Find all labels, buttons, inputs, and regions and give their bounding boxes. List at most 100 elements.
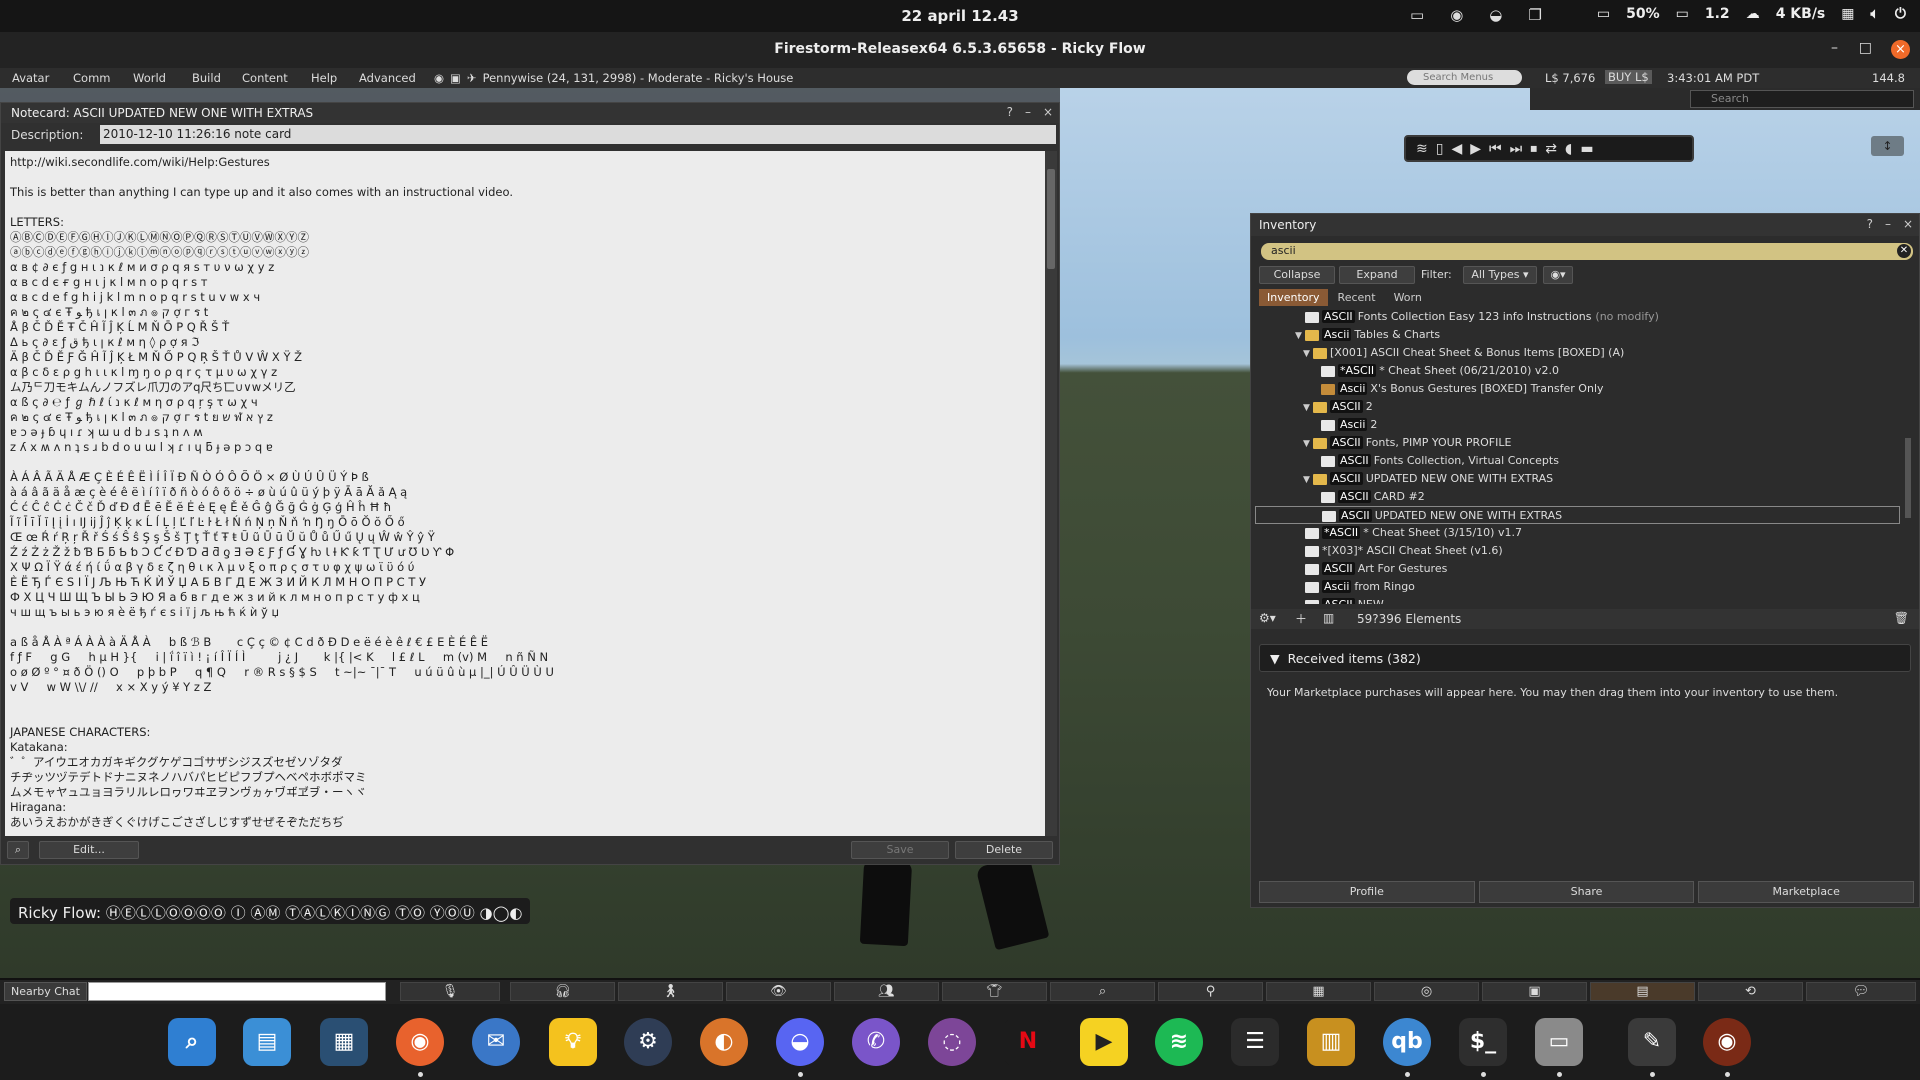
minimize-button[interactable]: – [1831,40,1838,56]
inventory-row[interactable]: ▼ [X001] ASCII Cheat Sheet & Bonus Items … [1255,344,1900,362]
received-items-header[interactable]: ▼ Received items (382) [1259,644,1911,672]
maximize-button[interactable]: □ [1859,40,1872,56]
inventory-row[interactable]: ASCII Fonts Collection, Virtual Concepts [1255,452,1900,470]
player-icon[interactable]: ▶ [1080,1018,1128,1066]
save-button[interactable]: Save [851,841,949,859]
teleport-icon[interactable]: ⟲ [1698,982,1803,1001]
power-icon[interactable]: ⏻ [1895,6,1906,22]
menu-world[interactable]: World [133,71,166,85]
inventory-row[interactable]: ASCII UPDATED NEW ONE WITH EXTRAS [1255,506,1900,524]
viber-icon[interactable]: ✆ [852,1018,900,1066]
search-menus-input[interactable]: Search Menus [1407,70,1522,85]
linden-balance[interactable]: L$ 7,676 [1545,71,1595,85]
headphones-icon[interactable]: 🎧︎ [510,982,615,1001]
inventory-header[interactable]: Inventory ? – × [1251,214,1919,236]
wifi-icon[interactable]: ≋ [1416,141,1428,157]
tasks-icon[interactable]: ☰ [1231,1018,1279,1066]
repeat-icon[interactable]: ⇄ [1545,141,1557,157]
tab-worn[interactable]: Worn [1386,289,1430,306]
tor-icon[interactable]: ◌ [928,1018,976,1066]
inventory-row[interactable]: ASCII Art For Gestures [1255,560,1900,578]
view-options-icon[interactable]: ◉▾ [1543,266,1573,284]
phone-icon[interactable]: ▯ [1436,141,1444,157]
menu-comm[interactable]: Comm [73,71,110,85]
inventory-row[interactable]: ASCIINEW [1255,596,1900,604]
inventory-row[interactable]: *[X03]* ASCII Cheat Sheet (v1.6) [1255,542,1900,560]
inventory-row[interactable]: *ASCII * Cheat Sheet (06/21/2010) v2.0 [1255,362,1900,380]
collapse-button[interactable]: Collapse [1259,266,1335,284]
idea-icon[interactable]: 💡︎ [549,1018,597,1066]
netflix-icon[interactable]: N [1004,1018,1052,1066]
monitor-icon[interactable]: ▭ [1676,6,1689,22]
chevron-down-icon[interactable]: ▼ [1303,471,1313,489]
search-app-icon[interactable]: ⌕ [168,1018,216,1066]
menu-advanced[interactable]: Advanced [359,71,416,85]
inventory-filter-input[interactable]: ascii ✕ [1261,243,1913,260]
search-icon[interactable]: ⌕ [1050,982,1155,1001]
camera-view-icon[interactable]: 👁︎ [726,982,831,1001]
tab-recent[interactable]: Recent [1330,289,1384,306]
add-icon[interactable]: ＋ [1295,610,1307,627]
close-window-button[interactable]: × [1891,40,1910,59]
filter-type-select[interactable]: All Types ▾ [1463,266,1537,284]
notes-icon[interactable]: ▥ [1307,1018,1355,1066]
spotify-icon[interactable]: ≋ [1155,1018,1203,1066]
marketplace-button[interactable]: Marketplace [1698,881,1915,903]
scrollbar-thumb[interactable] [1905,438,1911,518]
chevron-down-icon[interactable]: ▼ [1303,399,1313,417]
appearance-icon[interactable]: 👕︎ [942,982,1047,1001]
menu-content[interactable]: Content [242,71,288,85]
location-info[interactable]: ◉ ▣ ✈ Pennywise (24, 131, 2998) - Modera… [434,71,793,85]
places-icon[interactable]: ⚲ [1158,982,1263,1001]
radar-icon[interactable]: ◎ [1374,982,1479,1001]
walk-icon[interactable]: 🚶︎ [618,982,723,1001]
battery-icon[interactable]: ▭ [1597,6,1610,22]
delete-button[interactable]: Delete [955,841,1053,859]
nearby-chat-button[interactable]: Nearby Chat [4,982,87,1001]
minimap-toggle-icon[interactable]: ↕ [1871,136,1904,156]
apps-grid-icon[interactable]: ▦ [320,1018,368,1066]
files-app-icon[interactable]: ▤ [243,1018,291,1066]
voice-icon[interactable]: 🎙︎ [400,982,500,1001]
inventory-tree[interactable]: ASCII Fonts Collection Easy 123 info Inst… [1255,308,1900,604]
stop-icon[interactable]: ⏹ [1530,141,1537,157]
gear-icon[interactable]: ⚙▾ [1259,611,1276,625]
location-search-input[interactable]: Search [1690,90,1914,108]
expand-button[interactable]: Expand [1339,266,1415,284]
inventory-row[interactable]: ASCII Fonts Collection Easy 123 info Inst… [1255,308,1900,326]
parcel-icon[interactable]: ▣ [450,71,461,85]
notecard-text[interactable]: http://wiki.secondlife.com/wiki/Help:Ges… [5,151,1045,836]
steam-icon[interactable]: ⚙ [624,1018,672,1066]
edit-button[interactable]: Edit... [39,841,139,859]
rewind-icon[interactable]: ◀ [1451,141,1462,157]
profile-button[interactable]: Profile [1259,881,1475,903]
inventory-row[interactable]: ▼ Ascii Tables & Charts [1255,326,1900,344]
firefox-icon[interactable]: ◉ [396,1018,444,1066]
firestorm-icon[interactable]: ◉ [1703,1018,1751,1066]
tab-inventory[interactable]: Inventory [1259,289,1328,306]
inventory-row[interactable]: Ascii X's Bonus Gestures [BOXED] Transfer… [1255,380,1900,398]
inventory-row[interactable]: ASCII CARD #2 [1255,488,1900,506]
blender-icon[interactable]: ◐ [700,1018,748,1066]
inventory-scrollbar[interactable] [1903,308,1913,598]
chat-icon[interactable]: 💬︎ [1806,982,1916,1001]
minimize-icon[interactable]: – [1885,217,1891,231]
buy-linden-button[interactable]: BUY L$ [1605,70,1652,84]
chat-input[interactable] [88,982,386,1001]
inventory-row[interactable]: Ascii 2 [1255,416,1900,434]
cloud-download-icon[interactable]: ☁ [1746,6,1760,22]
scrollbar-thumb[interactable] [1047,169,1055,269]
inventory-icon[interactable]: ▤ [1590,982,1695,1001]
inventory-row[interactable]: ▼ ASCII UPDATED NEW ONE WITH EXTRAS [1255,470,1900,488]
description-field[interactable]: 2010-12-10 11:26:16 note card [100,125,1056,144]
help-icon[interactable]: ? [1867,217,1873,231]
chevron-down-icon[interactable]: ▼ [1295,327,1305,345]
minimize-icon[interactable]: – [1025,105,1031,119]
inventory-row[interactable]: ▼ ASCII 2 [1255,398,1900,416]
chevron-down-icon[interactable]: ▼ [1303,435,1313,453]
prev-icon[interactable]: ⏮ [1489,141,1502,157]
volume-icon[interactable]: ◖ [1565,141,1572,157]
snapshot-icon[interactable]: ▣ [1482,982,1587,1001]
chevron-down-icon[interactable]: ▼ [1303,345,1313,363]
terminal-icon[interactable]: $_ [1459,1018,1507,1066]
